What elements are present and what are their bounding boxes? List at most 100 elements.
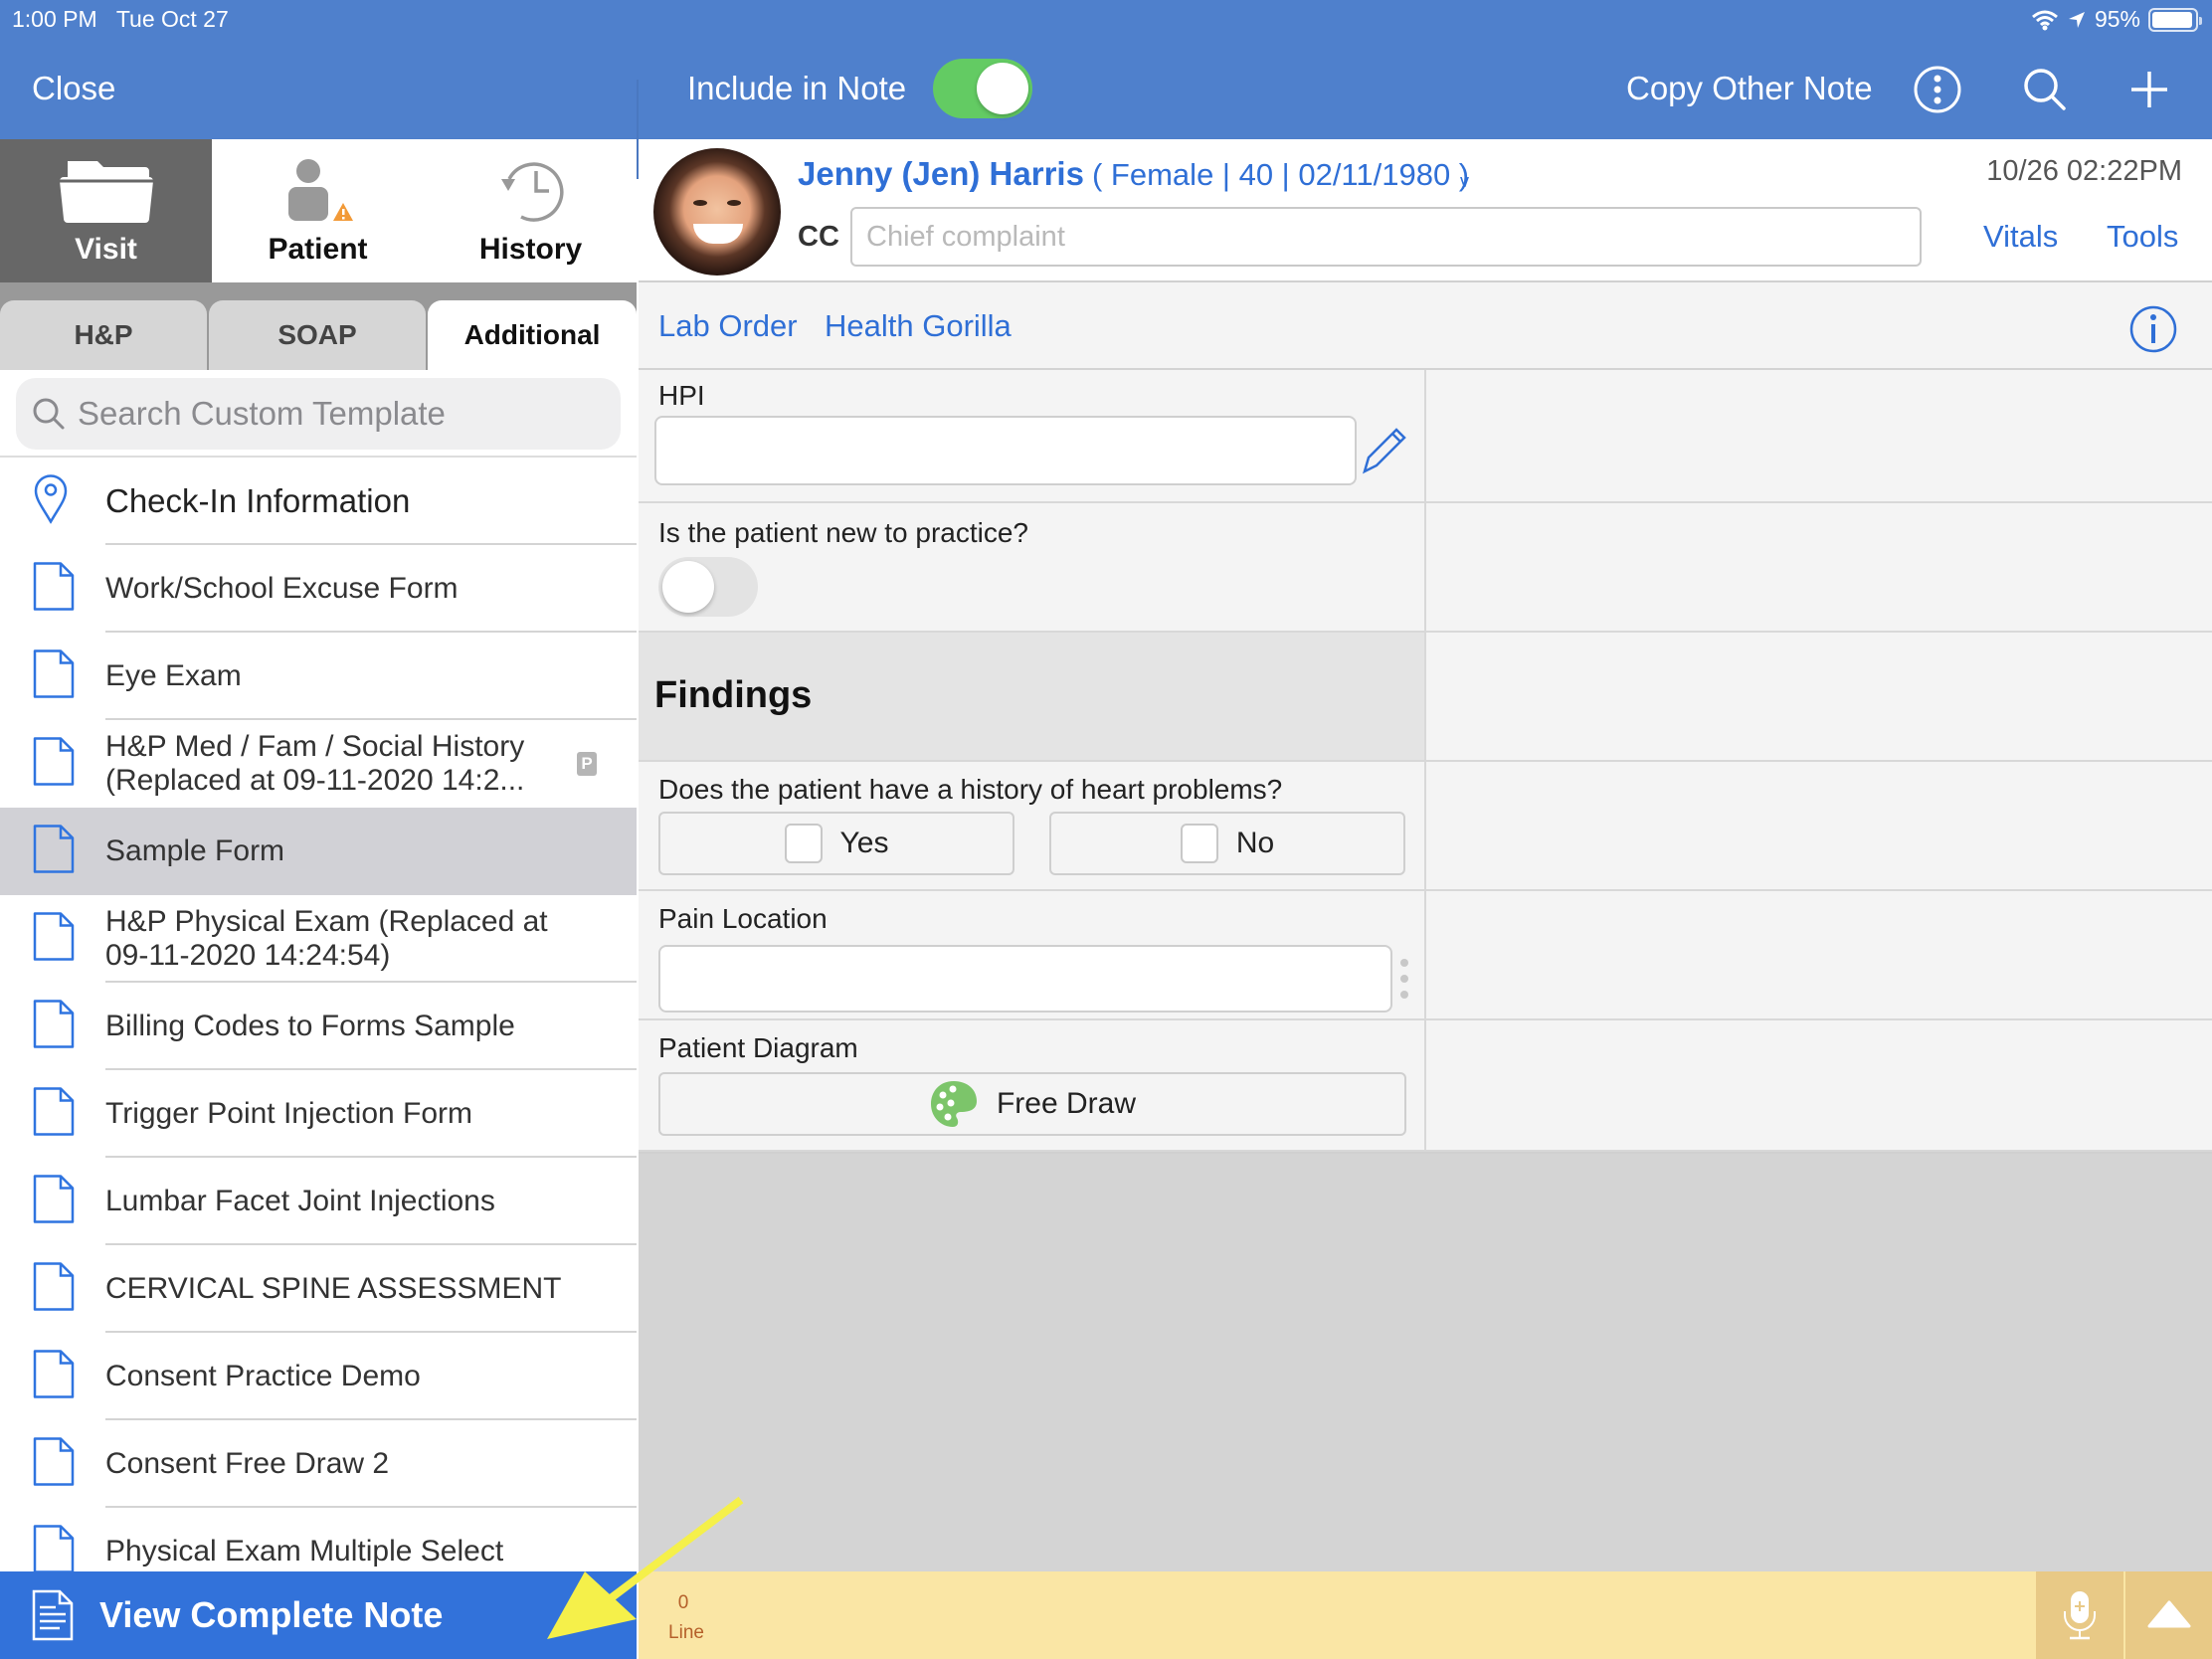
add-button[interactable] — [2120, 60, 2179, 119]
tab-visit[interactable]: Visit — [0, 139, 212, 282]
findings-section: Findings — [639, 633, 1424, 762]
template-list-item[interactable]: Trigger Point Injection Form — [0, 1070, 637, 1158]
patient-avatar[interactable] — [653, 148, 781, 276]
template-label: H&P Physical Exam (Replaced at 09-11-202… — [105, 905, 548, 972]
segment-additional-label: Additional — [463, 319, 601, 350]
template-label: H&P Med / Fam / Social History (Replaced… — [105, 730, 525, 797]
copy-other-note-button[interactable]: Copy Other Note — [1626, 70, 1873, 107]
new-patient-toggle[interactable] — [658, 557, 758, 617]
patient-diagram-label: Patient Diagram — [658, 1032, 858, 1063]
search-button[interactable] — [2015, 60, 2075, 119]
status-bar: 1:00 PM Tue Oct 27 95% — [0, 0, 2212, 40]
search-icon — [33, 398, 65, 430]
search-field[interactable] — [16, 378, 621, 450]
template-segments: H&P SOAP Additional — [0, 282, 637, 370]
template-list-item[interactable]: H&P Physical Exam (Replaced at 09-11-202… — [0, 895, 637, 983]
new-patient-section: Is the patient new to practice? — [639, 503, 1424, 633]
more-icon — [1914, 66, 1961, 113]
search-icon — [2024, 69, 2066, 110]
health-gorilla-link[interactable]: Health Gorilla — [825, 308, 1012, 344]
pain-location-label: Pain Location — [658, 903, 828, 934]
line-counter: 0 Line — [668, 1587, 704, 1643]
template-list-item[interactable]: Consent Free Draw 2 — [0, 1420, 637, 1508]
template-label: CERVICAL SPINE ASSESSMENT — [105, 1272, 562, 1305]
status-time: 1:00 PM Tue Oct 27 — [12, 6, 229, 32]
tools-link[interactable]: Tools — [2107, 219, 2178, 255]
tab-patient[interactable]: Patient — [212, 139, 424, 282]
document-icon — [33, 825, 75, 879]
pain-location-input[interactable] — [658, 945, 1392, 1013]
info-icon[interactable] — [2128, 304, 2178, 354]
folder-icon — [59, 161, 153, 223]
patient-name[interactable]: Jenny (Jen) Harris — [798, 155, 1084, 193]
expand-up-button[interactable] — [2125, 1571, 2212, 1659]
dictation-button[interactable] — [2036, 1571, 2123, 1659]
template-list-item[interactable]: Eye Exam — [0, 633, 637, 720]
template-list-item[interactable]: CERVICAL SPINE ASSESSMENT — [0, 1245, 637, 1333]
document-icon — [33, 1350, 75, 1404]
microphone-plus-icon — [2064, 1591, 2096, 1640]
battery-percent: 95% — [2094, 6, 2140, 32]
lab-order-link[interactable]: Lab Order — [658, 308, 798, 344]
free-draw-button[interactable]: Free Draw — [658, 1072, 1406, 1136]
template-list-item[interactable]: Lumbar Facet Joint Injections — [0, 1158, 637, 1245]
hpi-input[interactable] — [654, 416, 1357, 485]
link-bar: Lab Order Health Gorilla — [639, 282, 2212, 370]
document-icon — [33, 737, 75, 792]
checkbox-no[interactable] — [1180, 824, 1218, 863]
yes-label: Yes — [839, 827, 889, 859]
template-list-item[interactable]: Check-In Information — [0, 458, 637, 545]
diagram-right-cell — [1426, 1020, 2212, 1152]
template-list-item[interactable]: H&P Med / Fam / Social History (Replaced… — [0, 720, 637, 808]
findings-heading: Findings — [654, 674, 813, 716]
search-input[interactable] — [78, 395, 595, 433]
location-pin-icon — [33, 474, 69, 529]
template-list-item[interactable]: Work/School Excuse Form — [0, 545, 637, 633]
segment-additional[interactable]: Additional — [428, 300, 637, 370]
no-label: No — [1235, 827, 1275, 859]
patient-demographics[interactable]: ( Female | 40 | 02/11/1980 ) — [1092, 157, 1469, 193]
include-in-note-toggle[interactable] — [933, 59, 1032, 118]
tab-visit-label: Visit — [75, 233, 137, 266]
tab-history[interactable]: History — [425, 139, 637, 282]
document-icon — [33, 1437, 75, 1492]
template-label: Consent Free Draw 2 — [105, 1447, 390, 1480]
template-label: Consent Practice Demo — [105, 1360, 421, 1392]
checkbox-yes[interactable] — [784, 824, 823, 863]
template-label: Lumbar Facet Joint Injections — [105, 1185, 495, 1217]
person-warning-icon — [287, 159, 353, 221]
document-icon — [33, 912, 75, 967]
document-icon — [33, 1000, 75, 1054]
template-list-item[interactable]: Billing Codes to Forms Sample — [0, 983, 637, 1070]
vitals-link[interactable]: Vitals — [1983, 219, 2058, 255]
tab-patient-label: Patient — [268, 233, 368, 266]
p-badge: P — [577, 752, 597, 776]
chief-complaint-input[interactable] — [850, 207, 1922, 267]
heart-problems-section: Does the patient have a history of heart… — [639, 762, 1424, 891]
document-icon — [33, 1175, 75, 1229]
more-options-button[interactable] — [1908, 60, 1967, 119]
chevron-down-icon[interactable]: v — [1460, 171, 1469, 192]
template-list-item[interactable]: Physical Exam Multiple Select — [0, 1508, 637, 1571]
heart-yes-option[interactable]: Yes — [658, 812, 1014, 875]
top-header: Close Include in Note Copy Other Note — [0, 40, 2212, 179]
template-list-item[interactable]: Consent Practice Demo — [0, 1333, 637, 1420]
drag-handle-icon[interactable] — [1398, 955, 1410, 1005]
new-patient-right-cell — [1426, 503, 2212, 633]
findings-right-cell — [1426, 633, 2212, 762]
segment-soap[interactable]: SOAP — [209, 300, 426, 370]
document-icon — [33, 1262, 75, 1317]
template-list-item[interactable]: Sample Form — [0, 808, 637, 895]
view-complete-note-button[interactable]: View Complete Note — [0, 1571, 637, 1659]
toggle-knob — [977, 63, 1028, 114]
template-label: Check-In Information — [105, 482, 411, 519]
cc-label: CC — [798, 221, 839, 253]
wifi-icon — [2031, 10, 2058, 30]
template-label: Billing Codes to Forms Sample — [105, 1010, 515, 1042]
close-button[interactable]: Close — [32, 70, 115, 107]
segment-hp[interactable]: H&P — [0, 300, 207, 370]
heart-no-option[interactable]: No — [1049, 812, 1405, 875]
document-icon — [33, 1087, 75, 1142]
template-label: Trigger Point Injection Form — [105, 1097, 473, 1130]
pencil-icon[interactable] — [1355, 424, 1410, 479]
